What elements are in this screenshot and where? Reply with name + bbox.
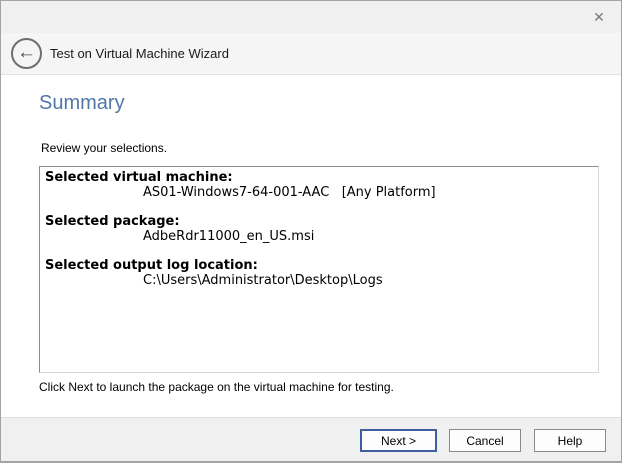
entry-label: Selected output log location: (45, 258, 593, 273)
footnote-text: Click Next to launch the package on the … (39, 380, 394, 394)
close-icon: ✕ (593, 9, 605, 26)
footer-bar: Next > Cancel Help (1, 417, 621, 461)
entry-label: Selected package: (45, 214, 593, 229)
help-button[interactable]: Help (534, 429, 606, 452)
wizard-header: ← Test on Virtual Machine Wizard (1, 33, 621, 75)
close-button[interactable]: ✕ (587, 5, 611, 29)
summary-box: Selected virtual machine: AS01-Windows7-… (39, 166, 599, 373)
summary-entry-package: Selected package: AdbeRdr11000_en_US.msi (45, 214, 593, 244)
next-button[interactable]: Next > (360, 429, 437, 452)
wizard-dialog: ✕ ← Test on Virtual Machine Wizard Summa… (0, 0, 622, 463)
intro-text: Review your selections. (41, 141, 167, 155)
wizard-title: Test on Virtual Machine Wizard (50, 46, 229, 61)
back-arrow-icon: ← (17, 43, 36, 62)
page-title: Summary (39, 92, 125, 115)
entry-value: C:\Users\Administrator\Desktop\Logs (45, 273, 593, 288)
cancel-button[interactable]: Cancel (449, 429, 521, 452)
title-bar: ✕ (1, 1, 621, 33)
summary-entry-output-log: Selected output log location: C:\Users\A… (45, 258, 593, 288)
entry-label: Selected virtual machine: (45, 170, 593, 185)
back-button[interactable]: ← (11, 38, 42, 69)
entry-value: AS01-Windows7-64-001-AAC [Any Platform] (45, 185, 593, 200)
entry-value: AdbeRdr11000_en_US.msi (45, 229, 593, 244)
summary-entry-virtual-machine: Selected virtual machine: AS01-Windows7-… (45, 170, 593, 200)
